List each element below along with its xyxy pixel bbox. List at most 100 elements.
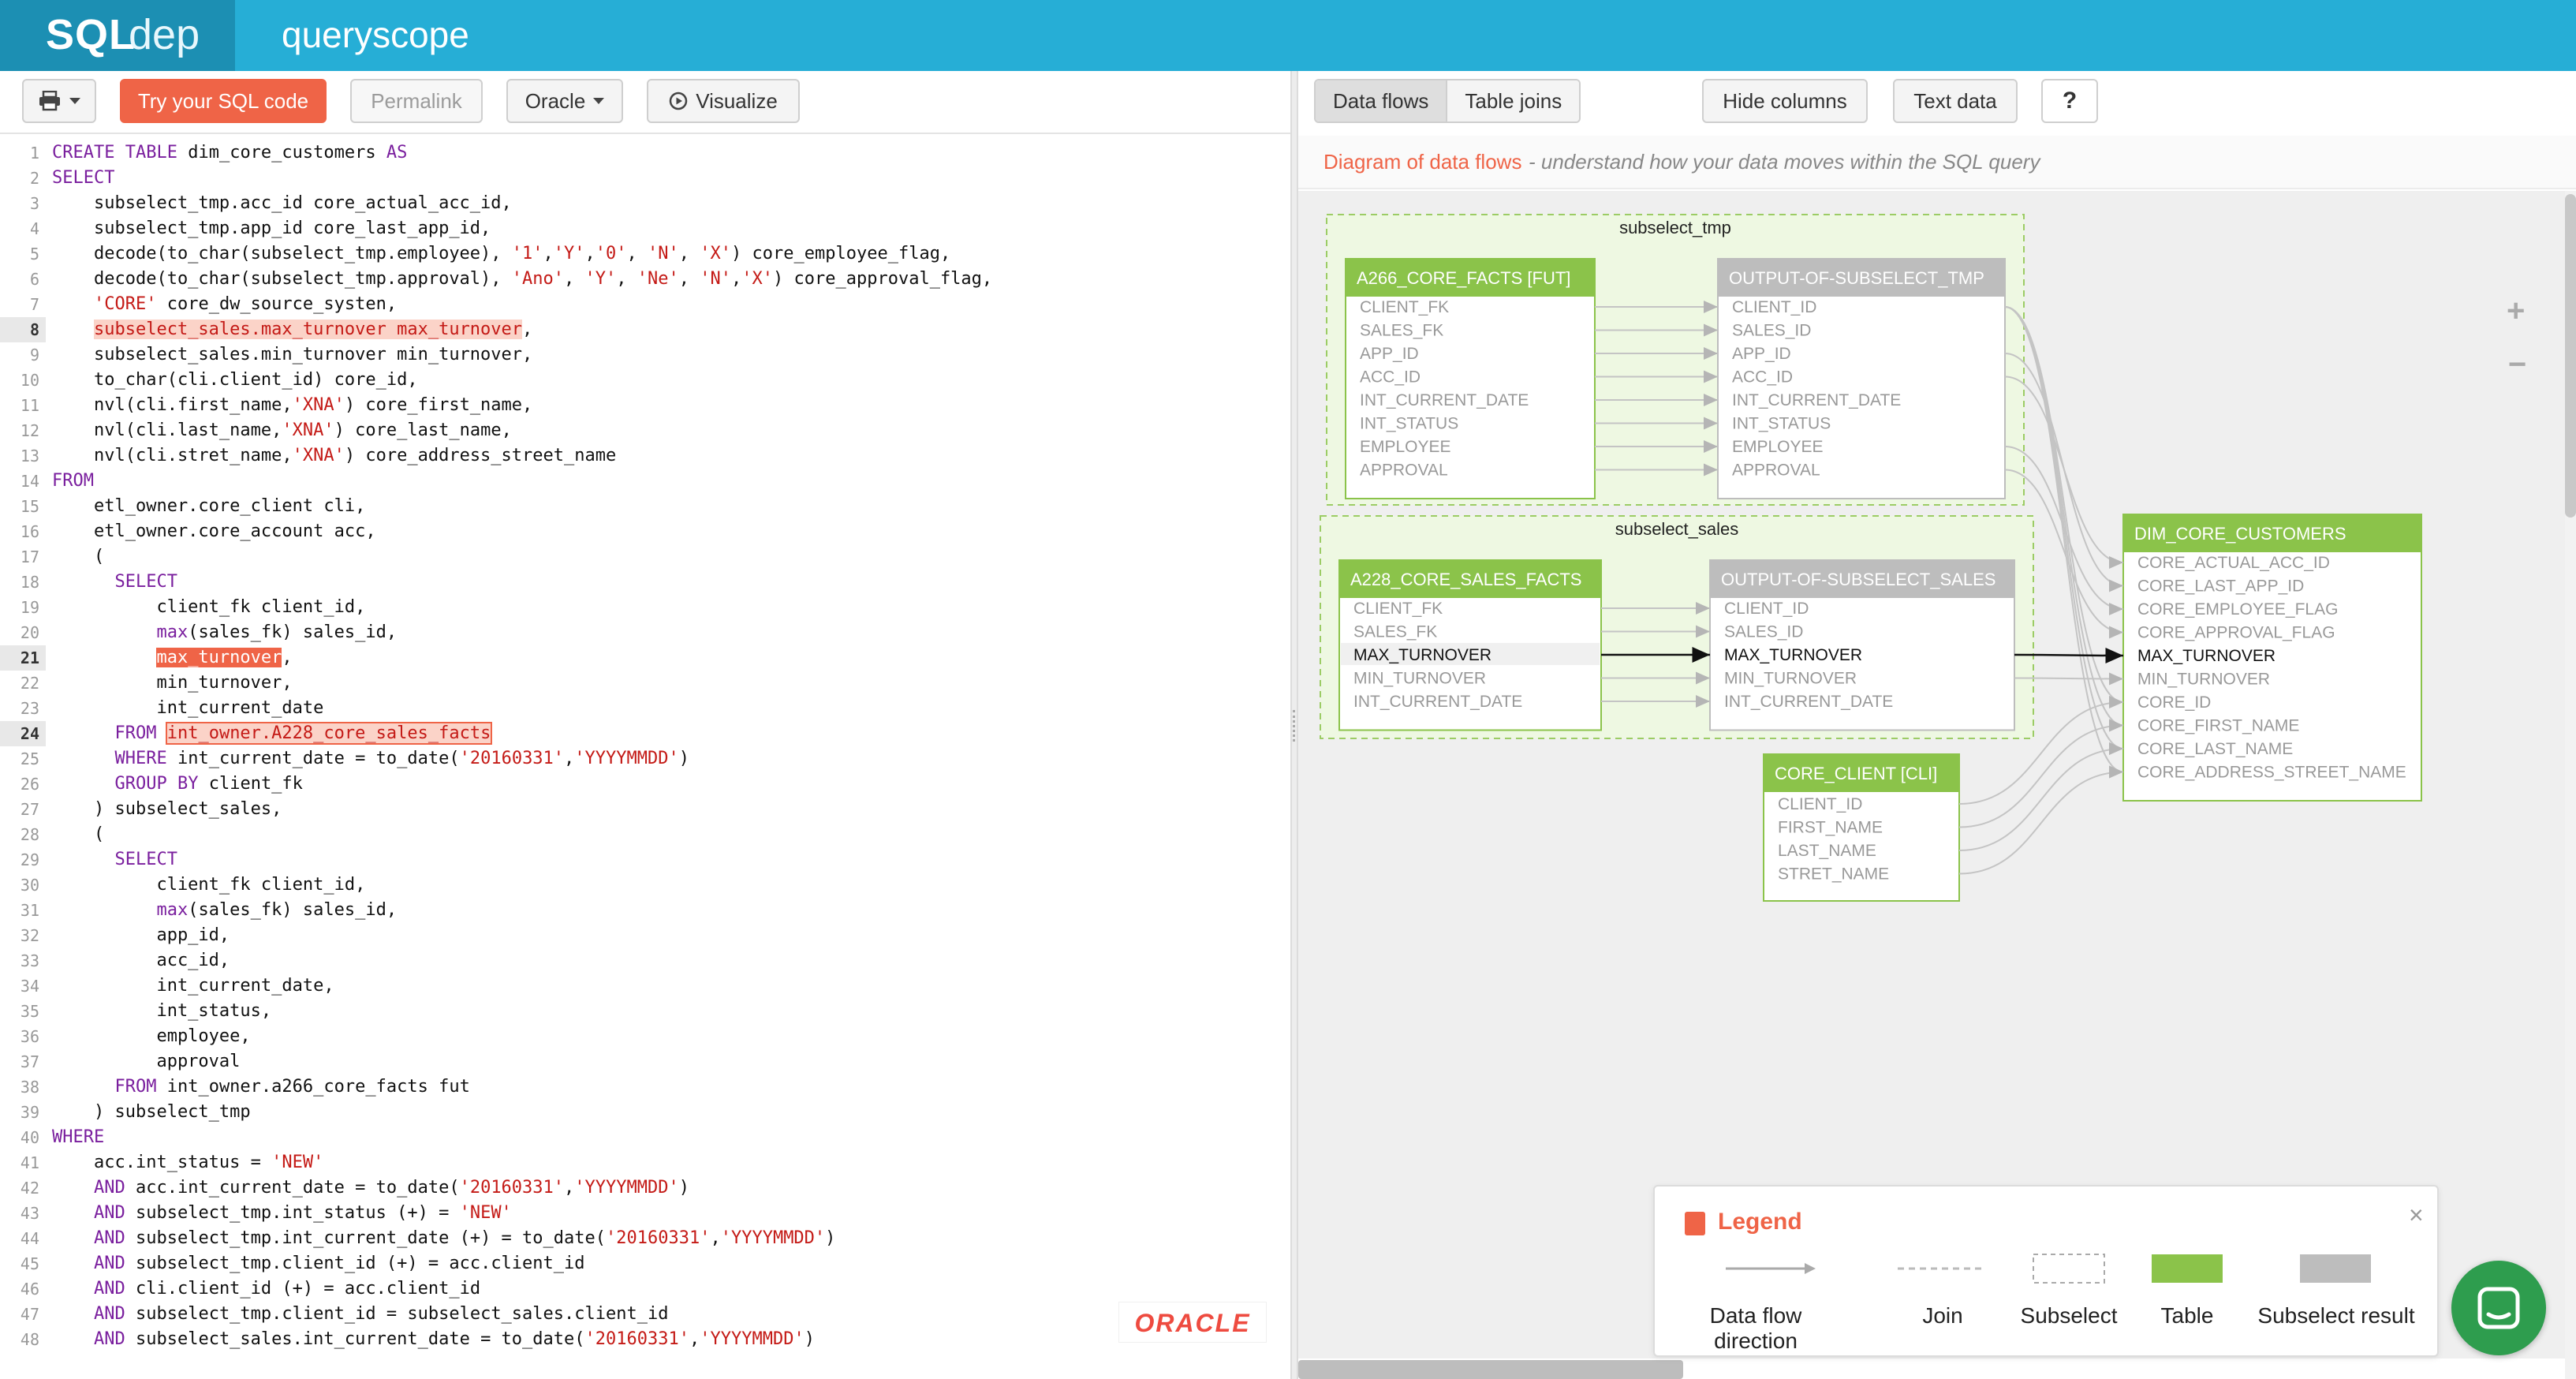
code-line[interactable]: WHERE int_current_date = to_date('201603… [52, 746, 992, 772]
app-name: queryscope [282, 14, 469, 55]
legend-arrow-head [1805, 1263, 1816, 1274]
splitter-handle-icon[interactable] [1293, 710, 1296, 742]
code-line[interactable]: acc_id, [52, 948, 992, 974]
code-line[interactable]: etl_owner.core_client cli, [52, 494, 992, 519]
legend-label-flow: Data flow direction [1709, 1303, 1802, 1353]
dialect-label: Oracle [525, 88, 586, 113]
code-line[interactable]: employee, [52, 1024, 992, 1049]
code-line[interactable]: approval [52, 1049, 992, 1074]
line-number: 9 [29, 346, 39, 364]
line-number: 23 [20, 699, 39, 718]
print-button[interactable] [22, 79, 96, 123]
line-number: 3 [29, 194, 39, 213]
code-line[interactable]: SELECT [52, 570, 992, 595]
line-number: 40 [20, 1128, 39, 1147]
code-line[interactable]: int_status, [52, 999, 992, 1024]
code-line[interactable]: decode(to_char(subselect_tmp.approval), … [52, 267, 992, 292]
hide-columns-button[interactable]: Hide columns [1702, 79, 1868, 123]
code-line[interactable]: FROM [52, 469, 992, 494]
line-number: 37 [20, 1052, 39, 1071]
line-number: 11 [20, 396, 39, 415]
code-line[interactable]: max(sales_fk) sales_id, [52, 620, 992, 645]
code-line[interactable]: AND subselect_tmp.int_status (+) = 'NEW' [52, 1201, 992, 1226]
code-line[interactable]: GROUP BY client_fk [52, 772, 992, 797]
dialect-dropdown[interactable]: Oracle [506, 79, 623, 123]
code-line[interactable]: subselect_sales.max_turnover max_turnove… [52, 317, 992, 342]
visualize-button[interactable]: Visualize [647, 79, 800, 123]
line-number: 24 [0, 721, 46, 746]
line-number: 2 [29, 169, 39, 188]
line-number: 46 [20, 1280, 39, 1299]
code-line[interactable]: acc.int_status = 'NEW' [52, 1150, 992, 1175]
chat-button[interactable] [2451, 1261, 2546, 1355]
logo-text-light: dep [129, 11, 200, 58]
line-number: 30 [20, 876, 39, 895]
code-line[interactable]: 'CORE' core_dw_source_systen, [52, 292, 992, 317]
code-line[interactable]: nvl(cli.last_name,'XNA') core_last_name, [52, 418, 992, 443]
line-number: 5 [29, 245, 39, 263]
code-line[interactable]: max(sales_fk) sales_id, [52, 898, 992, 923]
code-line[interactable]: AND acc.int_current_date = to_date('2016… [52, 1175, 992, 1201]
code-line[interactable]: ( [52, 822, 992, 847]
text-data-button[interactable]: Text data [1893, 79, 2018, 123]
sql-editor[interactable]: CREATE TABLE dim_core_customers AS SELECT… [52, 140, 992, 1352]
code-line[interactable]: int_current_date [52, 696, 992, 721]
zoom-out-button[interactable]: − [2508, 347, 2526, 383]
code-line[interactable]: to_char(cli.client_id) core_id, [52, 368, 992, 393]
legend-table-swatch [2152, 1254, 2223, 1283]
line-number: 33 [20, 951, 39, 970]
code-line[interactable]: min_turnover, [52, 671, 992, 696]
chevron-down-icon [69, 98, 80, 104]
code-line[interactable]: client_fk client_id, [52, 595, 992, 620]
code-line[interactable]: nvl(cli.first_name,'XNA') core_first_nam… [52, 393, 992, 418]
code-line[interactable]: CREATE TABLE dim_core_customers AS [52, 140, 992, 166]
code-line[interactable]: max_turnover, [52, 645, 992, 671]
code-line[interactable]: SELECT [52, 166, 992, 191]
line-number: 27 [20, 800, 39, 819]
code-line[interactable]: WHERE [52, 1125, 992, 1150]
code-line[interactable]: subselect_tmp.app_id core_last_app_id, [52, 216, 992, 241]
horizontal-scroll-thumb[interactable] [1298, 1360, 1683, 1379]
code-line[interactable]: AND subselect_tmp.int_current_date (+) =… [52, 1226, 992, 1251]
code-line[interactable]: AND subselect_tmp.client_id = subselect_… [52, 1302, 992, 1327]
vertical-scroll-thumb[interactable] [2565, 194, 2576, 518]
code-line[interactable]: app_id, [52, 923, 992, 948]
line-number: 34 [20, 977, 39, 996]
line-number: 17 [20, 547, 39, 566]
code-line[interactable]: subselect_sales.min_turnover min_turnove… [52, 342, 992, 368]
code-line[interactable]: FROM int_owner.A228_core_sales_facts [52, 721, 992, 746]
legend-subselect-swatch [2033, 1254, 2105, 1284]
zoom-in-button[interactable]: + [2507, 293, 2525, 329]
code-line[interactable]: subselect_tmp.acc_id core_actual_acc_id, [52, 191, 992, 216]
line-number: 31 [20, 901, 39, 920]
help-button[interactable]: ? [2041, 79, 2098, 123]
code-line[interactable]: ) subselect_tmp [52, 1100, 992, 1125]
diagram-canvas[interactable] [1298, 191, 2565, 1358]
code-line[interactable]: ) subselect_sales, [52, 797, 992, 822]
tab-table-joins[interactable]: Table joins [1447, 80, 1580, 121]
code-line[interactable]: SELECT [52, 847, 992, 873]
code-line[interactable]: ( [52, 544, 992, 570]
line-number: 41 [20, 1153, 39, 1172]
code-line[interactable]: AND cli.client_id (+) = acc.client_id [52, 1276, 992, 1302]
permalink-button[interactable]: Permalink [350, 79, 483, 123]
logo[interactable]: SQL dep [0, 0, 235, 71]
code-line[interactable]: AND subselect_sales.int_current_date = t… [52, 1327, 992, 1352]
try-sql-button[interactable]: Try your SQL code [120, 79, 327, 123]
code-line[interactable]: nvl(cli.stret_name,'XNA') core_address_s… [52, 443, 992, 469]
tab-data-flows[interactable]: Data flows [1316, 80, 1448, 121]
code-line[interactable]: FROM int_owner.a266_core_facts fut [52, 1074, 992, 1100]
toolbar-separator [0, 133, 1290, 134]
line-number: 43 [20, 1204, 39, 1223]
line-number: 12 [20, 421, 39, 440]
line-number: 44 [20, 1229, 39, 1248]
code-line[interactable]: client_fk client_id, [52, 873, 992, 898]
code-line[interactable]: etl_owner.core_account acc, [52, 519, 992, 544]
line-number: 7 [29, 295, 39, 314]
code-line[interactable]: AND subselect_tmp.client_id (+) = acc.cl… [52, 1251, 992, 1276]
legend-label-join: Join [1922, 1303, 1963, 1328]
code-line[interactable]: decode(to_char(subselect_tmp.employee), … [52, 241, 992, 267]
line-number: 1 [29, 144, 39, 163]
code-line[interactable]: int_current_date, [52, 974, 992, 999]
legend-subselect-result-swatch [2300, 1254, 2371, 1283]
